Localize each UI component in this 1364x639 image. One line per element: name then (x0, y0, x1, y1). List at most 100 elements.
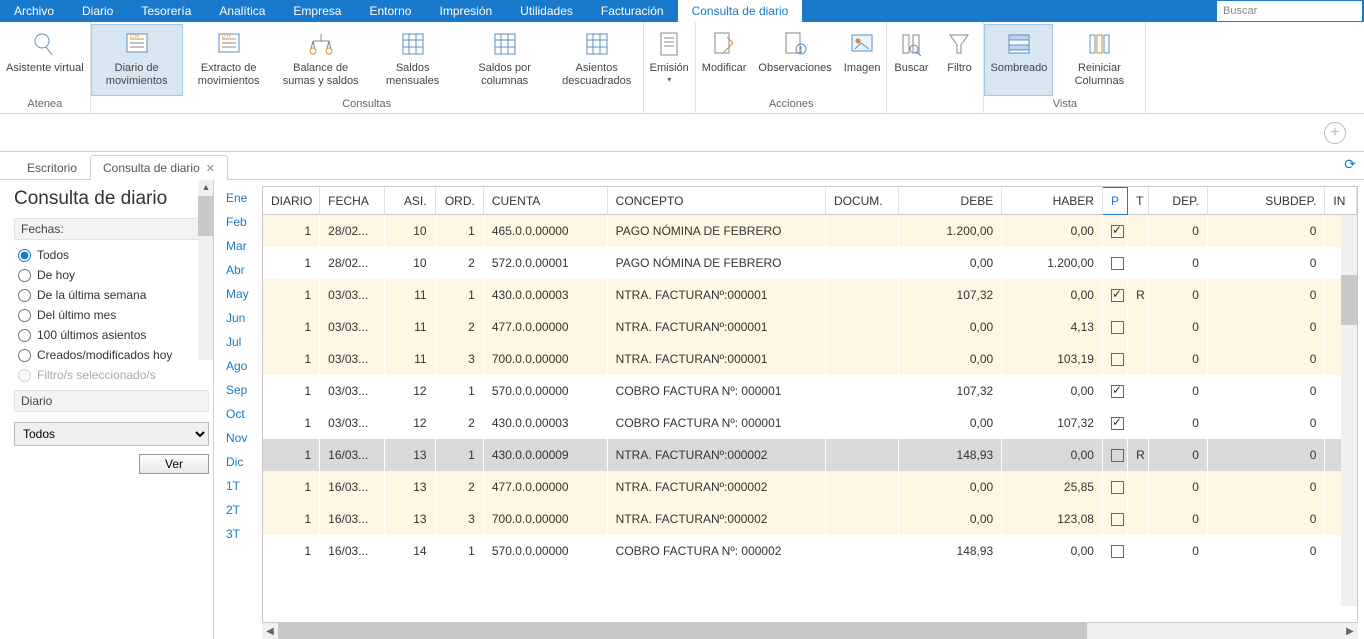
doc-tab-escritorio[interactable]: Escritorio (14, 155, 90, 180)
checkbox-p[interactable] (1111, 449, 1124, 462)
refresh-icon[interactable]: ⟳ (1344, 156, 1356, 173)
table-row[interactable]: 116/03...133700.0.0.00000NTRA. FACTURANº… (263, 503, 1357, 535)
checkbox-p[interactable] (1111, 257, 1124, 270)
col-header-dep[interactable]: DEP. (1149, 188, 1208, 215)
saldos-col-icon (489, 28, 521, 60)
ribbon-observaciones[interactable]: Observaciones (752, 24, 837, 96)
add-icon[interactable]: + (1324, 122, 1346, 144)
cell-cuenta: 465.0.0.00000 (483, 215, 607, 247)
ribbon-extracto[interactable]: D HExtracto de movimientos (183, 24, 275, 96)
menu-item-impresión[interactable]: Impresión (425, 0, 506, 22)
table-row[interactable]: 103/03...111430.0.0.00003NTRA. FACTURANº… (263, 279, 1357, 311)
menu-item-entorno[interactable]: Entorno (355, 0, 425, 22)
ribbon-balance[interactable]: Balance de sumas y saldos (275, 24, 367, 96)
data-grid[interactable]: DIARIOFECHAASI.ORD.CUENTACONCEPTODOCUM.D… (262, 186, 1358, 623)
menu-item-utilidades[interactable]: Utilidades (506, 0, 587, 22)
table-row[interactable]: 103/03...112477.0.0.00000NTRA. FACTURANº… (263, 311, 1357, 343)
ribbon-sombreado[interactable]: Sombreado (984, 24, 1053, 96)
sidebar-scrollbar[interactable]: ▲ (198, 180, 214, 360)
ribbon-asientos-desc[interactable]: Asientos descuadrados (551, 24, 643, 96)
fecha-radio-5[interactable]: Creados/modificados hoy (18, 348, 205, 362)
menu-item-diario[interactable]: Diario (68, 0, 127, 22)
month-feb[interactable]: Feb (214, 210, 262, 234)
table-row[interactable]: 116/03...141570.0.0.00000COBRO FACTURA N… (263, 535, 1357, 567)
search-input[interactable]: Buscar (1217, 1, 1362, 21)
ribbon-saldos-col[interactable]: Saldos por columnas (459, 24, 551, 96)
checkbox-p[interactable] (1111, 481, 1124, 494)
col-header-in[interactable]: IN (1325, 188, 1357, 215)
month-mar[interactable]: Mar (214, 234, 262, 258)
col-header-asi[interactable]: ASI. (385, 188, 435, 215)
month-jun[interactable]: Jun (214, 306, 262, 330)
checkbox-p[interactable] (1111, 545, 1124, 558)
col-header-concepto[interactable]: CONCEPTO (607, 188, 825, 215)
table-row[interactable]: 128/02...101465.0.0.00000PAGO NÓMINA DE … (263, 215, 1357, 247)
ribbon-asistente[interactable]: Asistente virtual (0, 24, 90, 96)
col-header-p[interactable]: P (1102, 188, 1127, 215)
close-icon[interactable]: ✕ (206, 163, 215, 175)
cell-haber: 123,08 (1002, 503, 1103, 535)
table-row[interactable]: 103/03...122430.0.0.00003COBRO FACTURA N… (263, 407, 1357, 439)
menu-item-analítica[interactable]: Analítica (205, 0, 279, 22)
month-may[interactable]: May (214, 282, 262, 306)
col-header-debe[interactable]: DEBE (899, 188, 1002, 215)
fecha-radio-3[interactable]: Del último mes (18, 308, 205, 322)
month-abr[interactable]: Abr (214, 258, 262, 282)
menu-item-tesorería[interactable]: Tesorería (127, 0, 205, 22)
checkbox-p[interactable] (1111, 417, 1124, 430)
table-row[interactable]: 116/03...132477.0.0.00000NTRA. FACTURANº… (263, 471, 1357, 503)
checkbox-p[interactable] (1111, 385, 1124, 398)
fecha-radio-4[interactable]: 100 últimos asientos (18, 328, 205, 342)
checkbox-p[interactable] (1111, 513, 1124, 526)
col-header-subdep[interactable]: SUBDEP. (1207, 188, 1325, 215)
month-sep[interactable]: Sep (214, 378, 262, 402)
month-1t[interactable]: 1T (214, 474, 262, 498)
month-dic[interactable]: Dic (214, 450, 262, 474)
menu-item-facturación[interactable]: Facturación (587, 0, 678, 22)
month-jul[interactable]: Jul (214, 330, 262, 354)
month-oct[interactable]: Oct (214, 402, 262, 426)
cell-asi: 11 (385, 279, 435, 311)
fecha-radio-2[interactable]: De la última semana (18, 288, 205, 302)
grid-hscroll[interactable]: ◀▶ (262, 623, 1358, 639)
table-row[interactable]: 116/03...131430.0.0.00009NTRA. FACTURANº… (263, 439, 1357, 471)
cell-debe: 0,00 (899, 407, 1002, 439)
month-nov[interactable]: Nov (214, 426, 262, 450)
col-header-diario[interactable]: DIARIO (263, 188, 320, 215)
menu-item-archivo[interactable]: Archivo (0, 0, 68, 22)
month-ago[interactable]: Ago (214, 354, 262, 378)
ribbon-reiniciar-col[interactable]: Reiniciar Columnas (1053, 24, 1145, 96)
diario-select[interactable]: Todos (14, 422, 209, 446)
ribbon-filtro[interactable]: Filtro (935, 24, 983, 108)
col-header-t[interactable]: T (1128, 188, 1149, 215)
month-3t[interactable]: 3T (214, 522, 262, 546)
month-ene[interactable]: Ene (214, 186, 262, 210)
ribbon-imagen[interactable]: Imagen (838, 24, 887, 96)
ribbon-saldos-men[interactable]: Saldos mensuales (367, 24, 459, 96)
menu-item-empresa[interactable]: Empresa (279, 0, 355, 22)
month-2t[interactable]: 2T (214, 498, 262, 522)
ribbon-modificar[interactable]: Modificar (696, 24, 753, 96)
ribbon-buscar[interactable]: Buscar (887, 24, 935, 108)
table-row[interactable]: 103/03...113700.0.0.00000NTRA. FACTURANº… (263, 343, 1357, 375)
col-header-haber[interactable]: HABER (1002, 188, 1103, 215)
col-header-ord[interactable]: ORD. (435, 188, 483, 215)
ribbon-emision[interactable]: Emisión▾ (644, 24, 695, 108)
menu-item-consulta-de-diario[interactable]: Consulta de diario (678, 0, 803, 22)
doc-tab-consulta-de-diario[interactable]: Consulta de diario✕ (90, 155, 228, 180)
checkbox-p[interactable] (1111, 353, 1124, 366)
checkbox-p[interactable] (1111, 321, 1124, 334)
checkbox-p[interactable] (1111, 225, 1124, 238)
table-row[interactable]: 103/03...121570.0.0.00000COBRO FACTURA N… (263, 375, 1357, 407)
ver-button[interactable]: Ver (139, 454, 209, 474)
checkbox-p[interactable] (1111, 289, 1124, 302)
fecha-radio-0[interactable]: Todos (18, 248, 205, 262)
cell-cuenta: 700.0.0.00000 (483, 343, 607, 375)
col-header-docum[interactable]: DOCUM. (825, 188, 898, 215)
grid-vscroll[interactable] (1341, 215, 1357, 606)
col-header-fecha[interactable]: FECHA (320, 188, 385, 215)
col-header-cuenta[interactable]: CUENTA (483, 188, 607, 215)
fecha-radio-1[interactable]: De hoy (18, 268, 205, 282)
table-row[interactable]: 128/02...102572.0.0.00001PAGO NÓMINA DE … (263, 247, 1357, 279)
ribbon-diario-mov[interactable]: D HDiario de movimientos (91, 24, 183, 96)
